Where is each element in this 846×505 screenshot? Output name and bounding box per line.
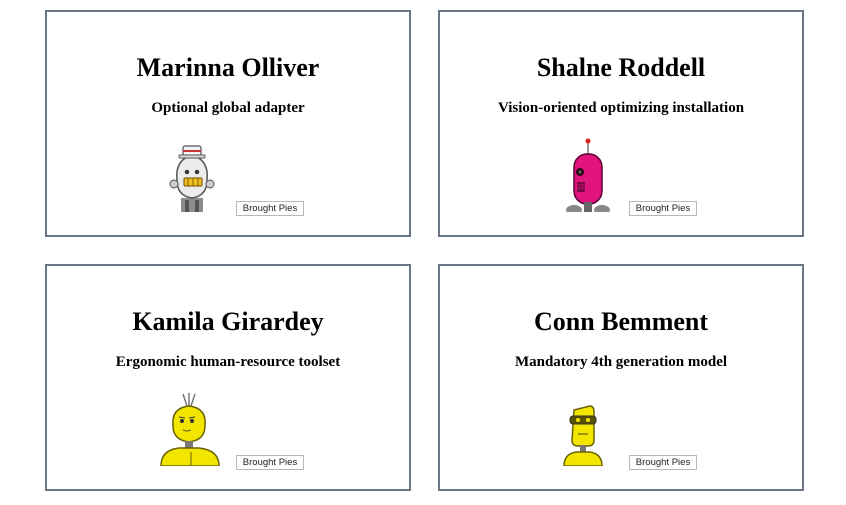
card-name: Shalne Roddell bbox=[536, 53, 706, 82]
pink-robot-avatar-icon bbox=[550, 138, 630, 212]
robot-card: Kamila Girardey Ergonomic human-resource… bbox=[45, 264, 411, 491]
brought-pies-button[interactable]: Brought Pies bbox=[629, 455, 697, 470]
card-name: Conn Bemment bbox=[533, 307, 709, 336]
robot-card: Marinna Olliver Optional global adapter bbox=[45, 10, 411, 237]
card-name: Marinna Olliver bbox=[136, 53, 320, 82]
card-tagline: Ergonomic human-resource toolset bbox=[115, 354, 341, 370]
card-tagline: Optional global adapter bbox=[151, 100, 305, 116]
brought-pies-button[interactable]: Brought Pies bbox=[236, 201, 304, 216]
brought-pies-button[interactable]: Brought Pies bbox=[236, 455, 304, 470]
card-tagline: Mandatory 4th generation model bbox=[514, 354, 728, 370]
brought-pies-button[interactable]: Brought Pies bbox=[629, 201, 697, 216]
robot-card: Shalne Roddell Vision-oriented optimizin… bbox=[438, 10, 804, 237]
yellow-robot-avatar-icon bbox=[157, 392, 237, 466]
yellow-robot-avatar-icon bbox=[550, 392, 630, 466]
card-name: Kamila Girardey bbox=[132, 307, 324, 336]
card-tagline: Vision-oriented optimizing installation bbox=[497, 100, 745, 116]
robot-card: Conn Bemment Mandatory 4th generation mo… bbox=[438, 264, 804, 491]
white-robot-avatar-icon bbox=[157, 138, 237, 212]
